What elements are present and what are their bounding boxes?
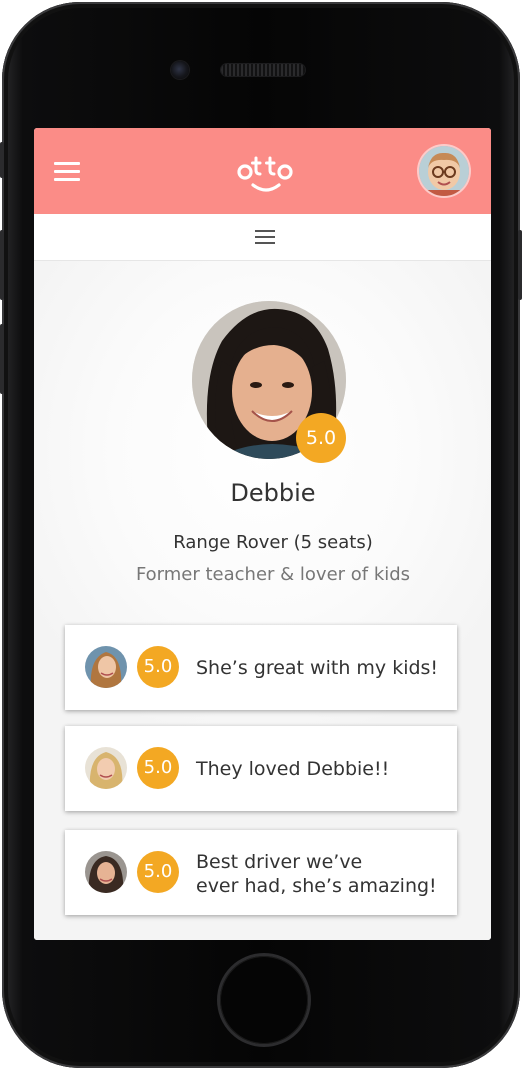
driver-vehicle: Range Rover (5 seats): [173, 532, 373, 553]
review-text: Best driver we’ve: [196, 851, 363, 873]
volume-up-button: [0, 230, 4, 300]
user-avatar-image: [419, 146, 469, 196]
review-card: 5.0 She’s great with my kids!: [65, 625, 457, 710]
review-rating-badge: 5.0: [137, 747, 179, 789]
earpiece-speaker: [221, 64, 305, 76]
review-text: ever had, she’s amazing!: [196, 875, 437, 897]
review-text: She’s great with my kids!: [196, 657, 439, 679]
reviewer-avatar: [85, 747, 127, 789]
review-card: 5.0 Best driver we’ve ever had, she’s am…: [65, 830, 457, 915]
front-camera: [171, 61, 189, 79]
review-rating-badge: 5.0: [137, 851, 179, 893]
review-rating-badge: 5.0: [137, 646, 179, 688]
sub-navigation-bar: [34, 214, 491, 261]
driver-rating-badge: 5.0: [296, 413, 346, 463]
volume-down-button: [0, 324, 4, 394]
otto-logo: [237, 156, 293, 192]
home-button[interactable]: [220, 956, 308, 1044]
power-button: [518, 230, 522, 300]
app-header: [34, 128, 491, 214]
reviewer-avatar: [85, 646, 127, 688]
mute-switch: [0, 142, 4, 178]
driver-name: Debbie: [230, 479, 316, 507]
review-text: They loved Debbie!!: [196, 758, 390, 780]
hamburger-menu-icon[interactable]: [54, 162, 80, 182]
hamburger-menu-icon[interactable]: [255, 230, 275, 244]
review-card: 5.0 They loved Debbie!!: [65, 726, 457, 811]
driver-profile: 5.0 Debbie Range Rover (5 seats) Former …: [34, 261, 491, 940]
user-avatar[interactable]: [419, 146, 469, 196]
reviewer-avatar: [85, 851, 127, 893]
driver-bio: Former teacher & lover of kids: [135, 564, 411, 585]
app-screen: 5.0 Debbie Range Rover (5 seats) Former …: [34, 128, 491, 940]
